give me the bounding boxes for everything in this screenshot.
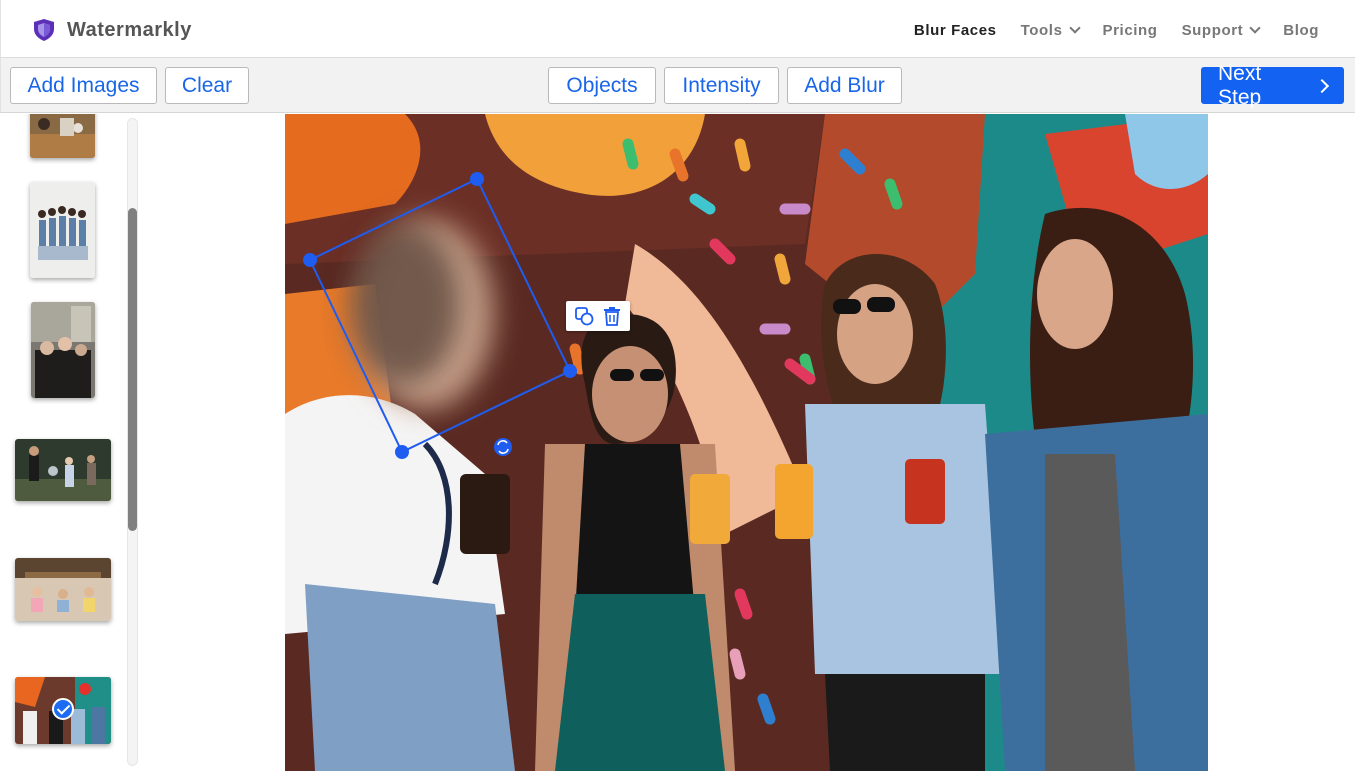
duplicate-icon[interactable] [573,305,595,327]
clear-label: Clear [181,73,233,97]
thumbnail-image [15,439,111,501]
chevron-down-icon [1249,22,1261,34]
sidebar-scrollbar-thumb[interactable] [128,208,137,531]
add-blur-label: Add Blur [804,73,885,97]
selected-check-icon [52,698,74,720]
intensity-button[interactable]: Intensity [664,67,779,104]
editor-canvas[interactable] [285,114,1208,771]
objects-label: Objects [566,73,638,97]
thumbnail-image [15,558,111,621]
thumb-group-white-wall[interactable] [30,182,95,278]
nav-blur-faces[interactable]: Blur Faces [914,22,997,39]
nav-tools[interactable]: Tools [1020,22,1081,39]
thumb-friends-street[interactable] [31,302,95,398]
brand[interactable]: Watermarkly [33,18,192,42]
add-images-button[interactable]: Add Images [10,67,157,104]
thumbnail-sidebar [0,114,140,771]
intensity-label: Intensity [682,73,761,97]
thumb-group-floor[interactable] [30,114,95,158]
nav-support[interactable]: Support [1181,22,1261,39]
thumb-mural-friends[interactable] [15,677,111,744]
thumbnail-image [30,114,95,158]
chevron-down-icon [1068,22,1081,34]
nav-pricing[interactable]: Pricing [1103,22,1158,39]
nav-pricing-label: Pricing [1102,22,1158,39]
chevron-right-icon [1315,78,1330,93]
trash-icon[interactable] [601,305,623,327]
nav-blog-label: Blog [1283,22,1319,39]
shield-logo-icon [34,19,54,41]
editor-toolbar: Add Images Clear Objects Intensity Add B… [0,58,1355,113]
selection-actions [566,301,630,331]
add-images-label: Add Images [27,73,140,97]
brand-name: Watermarkly [67,18,192,41]
thumb-kids-park[interactable] [15,439,111,501]
top-navigation: Watermarkly Blur Faces Tools Pricing Sup… [0,0,1355,58]
next-step-label: Next Step [1218,61,1262,109]
nav-tools-label: Tools [1020,22,1063,39]
thumbnail-image [30,182,95,278]
nav-blog[interactable]: Blog [1283,22,1319,39]
thumb-kids-sand[interactable] [15,558,111,621]
photo-mural-friends [285,114,1208,771]
thumbnail-image [31,302,95,398]
clear-button[interactable]: Clear [165,67,249,104]
nav-blur-faces-label: Blur Faces [913,22,997,39]
nav-support-label: Support [1181,22,1244,39]
next-step-button[interactable]: Next Step [1201,62,1344,109]
objects-button[interactable]: Objects [548,67,656,104]
add-blur-button[interactable]: Add Blur [787,67,902,104]
nav-links: Blur Faces Tools Pricing Support Blog [914,22,1319,39]
